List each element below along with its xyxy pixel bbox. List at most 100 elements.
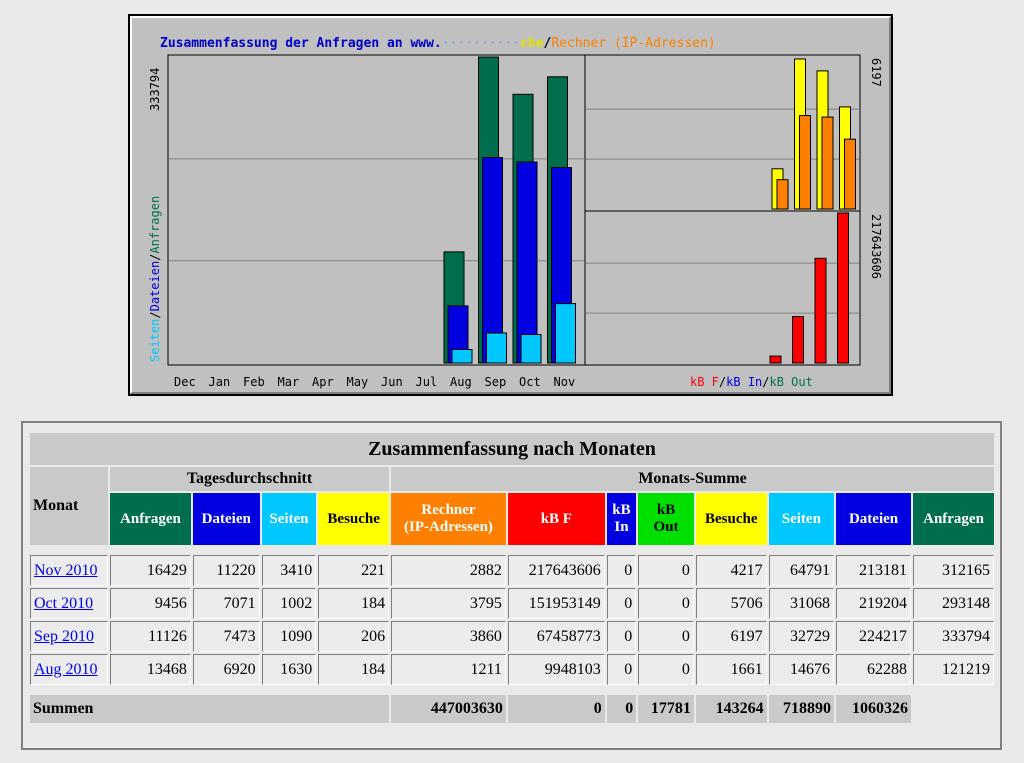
left-axis-seiten: Seiten	[148, 319, 162, 362]
sum-kbin: 0	[507, 695, 605, 723]
sum-anfragen: 1060326	[836, 695, 912, 723]
month-label: Oct	[519, 375, 541, 389]
legend-kbf: kB F	[690, 375, 719, 389]
cell-kbf: 151953149	[507, 588, 605, 619]
col-d-besuche: Besuche	[318, 493, 390, 545]
left-axis-label: Seiten/Dateien/Anfragen	[148, 196, 162, 362]
month-labels: Dec Jan Feb Mar Apr May Jun Jul Aug Sep Oct Nov	[174, 375, 575, 389]
left-axis-dateien: Dateien	[148, 261, 162, 312]
legend-kbout: kB Out	[770, 375, 813, 389]
month-label: Jul	[416, 375, 438, 389]
sum-kbf: 447003630	[391, 695, 506, 723]
graph-title: Zusammenfassung der Anfragen an www.····…	[160, 36, 716, 51]
right-bottom-axis-max: 217643606	[869, 214, 883, 279]
legend-kbin: kB In	[726, 375, 762, 389]
cell-d-seiten: 1002	[261, 588, 317, 619]
bar-rechner	[821, 116, 834, 210]
cell-d-anfragen: 13468	[110, 654, 191, 685]
month-link[interactable]: Aug 2010	[34, 661, 98, 678]
cell-kbf: 9948103	[507, 654, 605, 685]
month-link[interactable]: Sep 2010	[34, 628, 94, 645]
bar-seiten	[486, 332, 507, 364]
month-link[interactable]: Oct 2010	[34, 595, 93, 612]
month-label: Aug	[450, 375, 472, 389]
cell-kbout: 0	[638, 654, 694, 685]
graph-title-slash: /	[544, 36, 552, 51]
col-dateien: Dateien	[836, 493, 912, 545]
bar-rechner	[799, 115, 811, 210]
graph-title-prefix: Zusammenfassung der Anfragen an www.	[160, 36, 442, 51]
col-rechner: Rechner (IP-Adressen)	[391, 493, 506, 545]
col-d-seiten: Seiten	[261, 493, 317, 545]
cell-d-dateien: 6920	[192, 654, 260, 685]
table-row: Sep 2010 11126 7473 1090 206 3860 674587…	[30, 621, 994, 652]
group-monthly-header: Monats-Summe	[391, 467, 994, 491]
group-daily-header: Tagesdurchschnitt	[110, 467, 390, 491]
summary-row: Summen 447003630 0 0 17781 143264 718890…	[30, 695, 994, 723]
cell-besuche: 4217	[695, 555, 767, 586]
cell-besuche: 5706	[695, 588, 767, 619]
cell-d-seiten: 3410	[261, 555, 317, 586]
cell-d-dateien: 11220	[192, 555, 260, 586]
col-kbf: kB F	[507, 493, 605, 545]
cell-kbout: 0	[638, 621, 694, 652]
month-cell[interactable]: Sep 2010	[30, 621, 108, 652]
cell-d-dateien: 7473	[192, 621, 260, 652]
table-row: Oct 2010 9456 7071 1002 184 3795 1519531…	[30, 588, 994, 619]
cell-anfragen: 121219	[913, 654, 994, 685]
col-anfragen: Anfragen	[913, 493, 994, 545]
cell-kbout: 0	[638, 588, 694, 619]
cell-anfragen: 333794	[913, 621, 994, 652]
cell-anfragen: 293148	[913, 588, 994, 619]
left-axis-max: 333794	[148, 68, 162, 111]
cell-rechner: 2882	[391, 555, 506, 586]
col-kbin: kB In	[606, 493, 637, 545]
month-label: Jan	[209, 375, 231, 389]
cell-rechner: 3795	[391, 588, 506, 619]
blurred-domain: ··········	[442, 36, 520, 51]
cell-kbin: 0	[606, 555, 637, 586]
cell-d-besuche: 206	[318, 621, 390, 652]
bar-kbf	[837, 212, 849, 364]
graph-title-rechner: Rechner (IP-Adressen)	[551, 36, 715, 51]
bar-seiten	[451, 349, 473, 364]
cell-anfragen: 312165	[913, 555, 994, 586]
month-cell[interactable]: Oct 2010	[30, 588, 108, 619]
cell-dateien: 62288	[836, 654, 912, 685]
cell-kbin: 0	[606, 588, 637, 619]
month-cell[interactable]: Nov 2010	[30, 555, 108, 586]
col-besuche: Besuche	[695, 493, 767, 545]
month-label: May	[347, 375, 369, 389]
cell-dateien: 213181	[836, 555, 912, 586]
table-row: Nov 2010 16429 11220 3410 221 2882 21764…	[30, 555, 994, 586]
bar-dateien	[516, 161, 538, 364]
bar-rechner	[776, 179, 789, 210]
monthly-summary-table: Zusammenfassung nach Monaten Monat Tages…	[28, 431, 996, 725]
bar-seiten	[555, 303, 576, 364]
col-kbout: kB Out	[638, 493, 694, 545]
graph-title-besuche: che	[520, 36, 544, 51]
month-cell[interactable]: Aug 2010	[30, 654, 108, 685]
bar-kbf	[814, 257, 827, 364]
sum-seiten: 143264	[695, 695, 767, 723]
bar-kbf	[769, 355, 782, 364]
cell-d-dateien: 7071	[192, 588, 260, 619]
col-d-dateien: Dateien	[192, 493, 260, 545]
summary-graph: Zusammenfassung der Anfragen an www.····…	[128, 14, 893, 396]
bar-kbf	[792, 316, 804, 364]
sum-dateien: 718890	[768, 695, 835, 723]
cell-rechner: 3860	[391, 621, 506, 652]
cell-seiten: 64791	[768, 555, 835, 586]
cell-besuche: 6197	[695, 621, 767, 652]
graph-canvas: Zusammenfassung der Anfragen an www.····…	[148, 36, 883, 389]
cell-seiten: 31068	[768, 588, 835, 619]
col-d-anfragen: Anfragen	[110, 493, 191, 545]
sum-kbout: 0	[606, 695, 637, 723]
cell-d-seiten: 1090	[261, 621, 317, 652]
month-link[interactable]: Nov 2010	[34, 562, 98, 579]
cell-d-seiten: 1630	[261, 654, 317, 685]
col-monat-header: Monat	[30, 467, 108, 545]
sum-label: Summen	[30, 695, 390, 723]
cell-dateien: 219204	[836, 588, 912, 619]
cell-kbout: 0	[638, 555, 694, 586]
